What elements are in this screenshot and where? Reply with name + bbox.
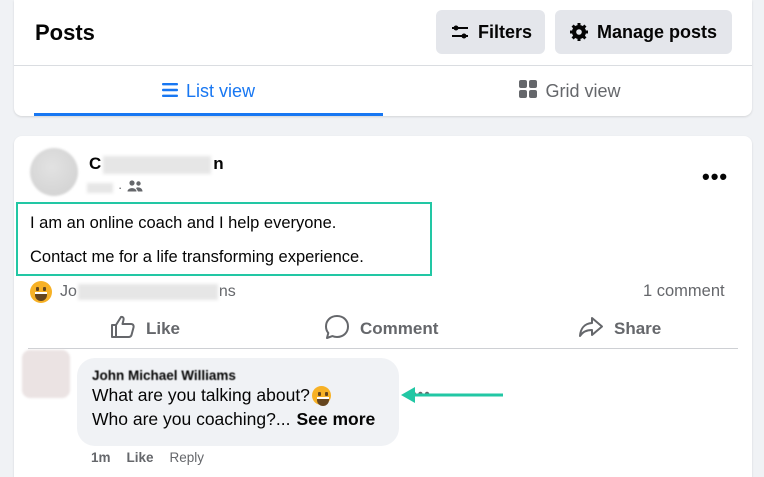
comment-meta: 1m Like Reply [91, 450, 204, 465]
like-label: Like [146, 319, 181, 338]
tab-list-view[interactable]: List view [34, 66, 383, 116]
redacted-timestamp[interactable] [87, 182, 113, 193]
share-label: Share [614, 319, 662, 338]
reactor-name-end: ns [218, 283, 236, 300]
actions-divider [28, 348, 738, 349]
haha-reaction-icon [30, 281, 52, 303]
author-name-start: C [89, 154, 102, 173]
post-author[interactable]: Cn [89, 154, 224, 174]
gear-icon [569, 22, 589, 42]
more-options-icon[interactable]: ••• [702, 164, 728, 190]
reactor-name-start: Jo [60, 283, 77, 300]
tab-grid-view-label: Grid view [545, 80, 621, 101]
manage-posts-button[interactable]: Manage posts [555, 10, 732, 54]
filters-icon [450, 23, 470, 41]
like-button[interactable]: Like [110, 314, 180, 344]
post-meta: · [87, 180, 143, 195]
comment-text-line: Who are you coaching?... See more [92, 409, 384, 430]
comment-time[interactable]: 1m [91, 450, 111, 465]
filters-label: Filters [478, 21, 533, 42]
comment-line-1: What are you talking about? [92, 385, 310, 405]
avatar[interactable] [30, 148, 78, 196]
laughing-emoji-icon [311, 386, 331, 406]
comment-icon [324, 314, 350, 345]
comment-text-line: What are you talking about? [92, 385, 384, 406]
post-text-line: I am an online coach and I help everyone… [30, 214, 337, 232]
filters-button[interactable]: Filters [436, 10, 545, 54]
comment-like-link[interactable]: Like [127, 450, 154, 465]
share-button[interactable]: Share [578, 314, 661, 344]
grid-icon [519, 79, 538, 103]
manage-posts-label: Manage posts [597, 21, 718, 42]
redacted-reactor-name [77, 283, 218, 300]
post-card: Cn · ••• I am an online coach and I help… [14, 136, 752, 477]
tab-list-view-label: List view [185, 80, 256, 101]
active-tab-indicator [34, 113, 383, 116]
comment-count[interactable]: 1 comment [643, 282, 725, 301]
page-title: Posts [35, 20, 95, 45]
share-icon [578, 315, 604, 344]
list-icon [161, 81, 178, 102]
comment-line-2: Who are you coaching?... [92, 409, 291, 429]
author-name-end: n [213, 154, 224, 173]
posts-header-card: Posts Filters Manage posts List view Gri… [14, 0, 752, 116]
group-icon[interactable] [127, 180, 143, 195]
tab-grid-view[interactable]: Grid view [394, 66, 746, 116]
comment-bubble: John Michael Williams What are you talki… [77, 358, 399, 446]
see-more-link[interactable]: See more [296, 409, 375, 430]
comment-button[interactable]: Comment [324, 314, 438, 344]
meta-dot: · [118, 180, 123, 195]
post-text-line: Contact me for a life transforming exper… [30, 248, 364, 266]
comment-reply-link[interactable]: Reply [170, 450, 205, 465]
arrow-annotation-icon [399, 384, 505, 411]
comment-author[interactable]: John Michael Williams [92, 368, 384, 382]
thumbs-up-icon [110, 315, 136, 344]
reactions-summary[interactable]: Jo ns [30, 281, 236, 303]
comment-label: Comment [360, 319, 439, 338]
redacted-name [103, 155, 212, 174]
commenter-avatar[interactable] [22, 350, 70, 398]
